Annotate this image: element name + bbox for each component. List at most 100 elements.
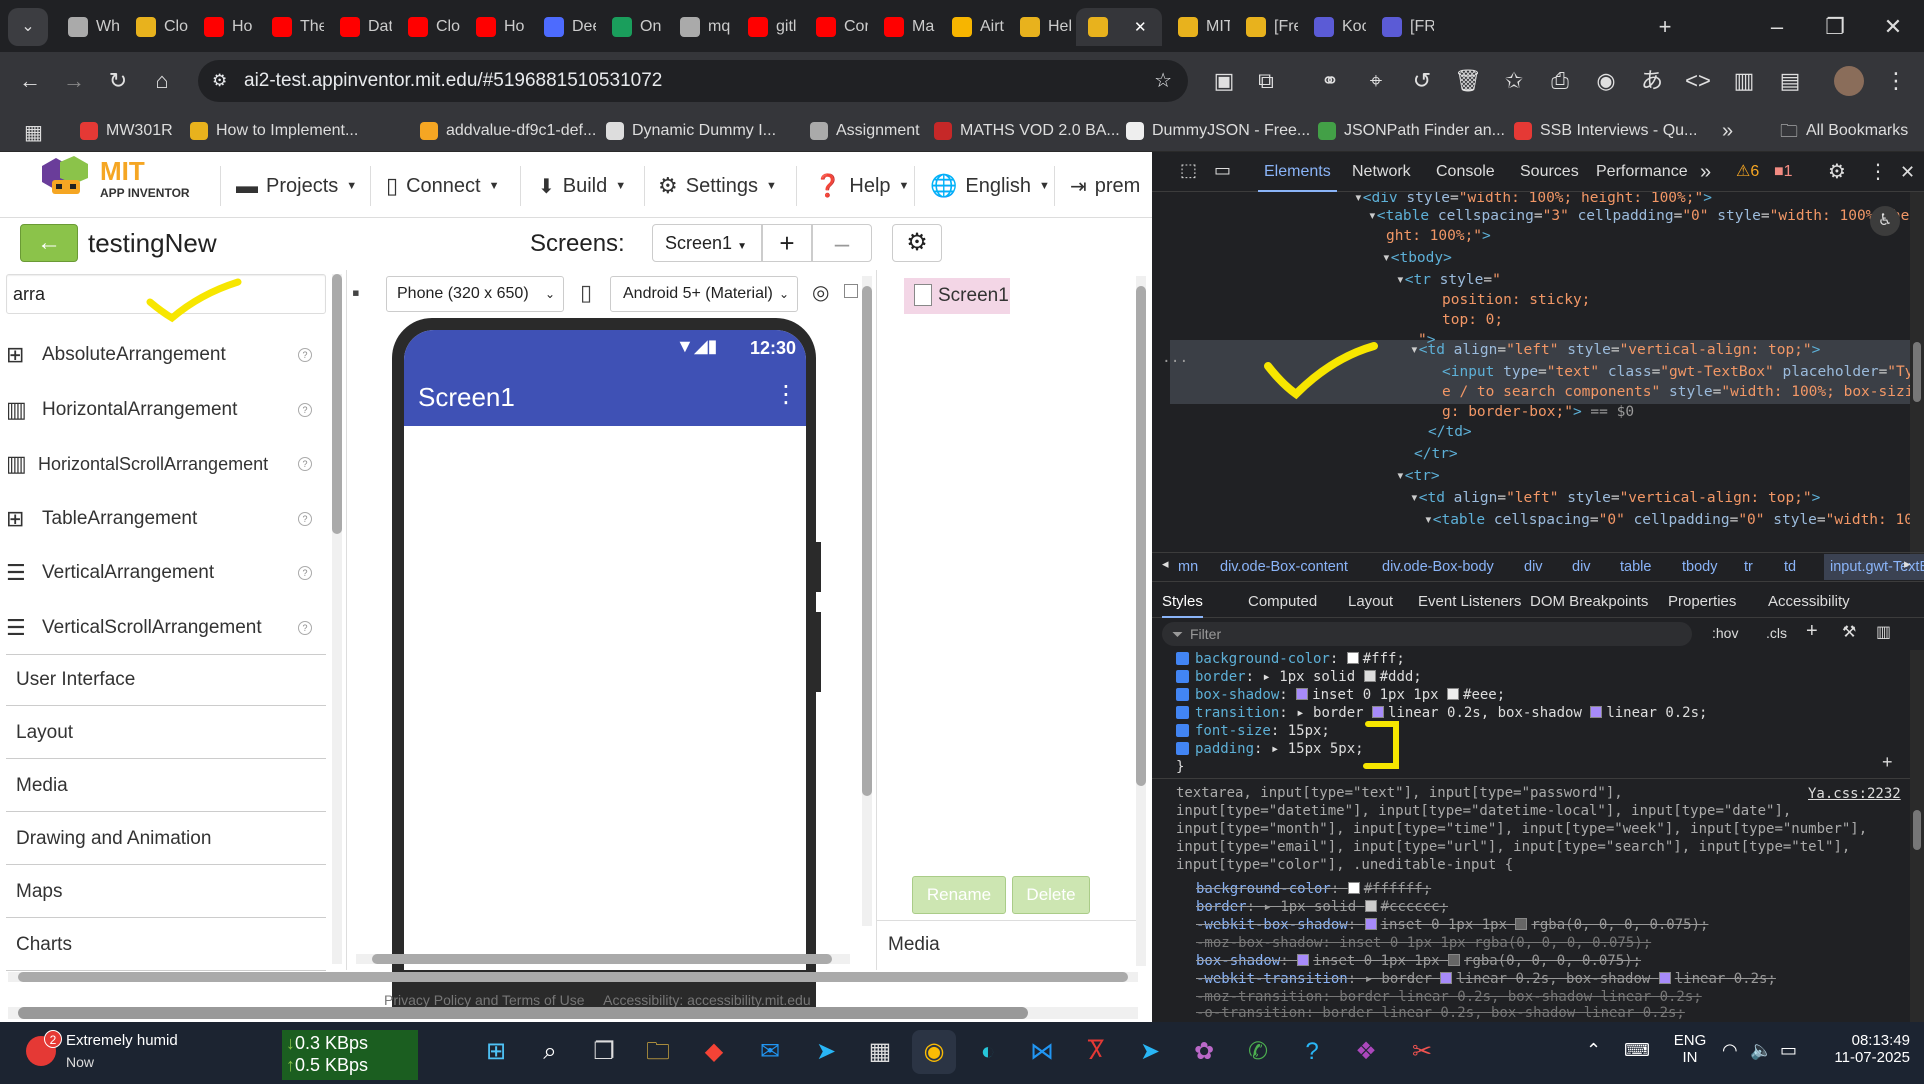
whatsapp-icon[interactable]: ✆ bbox=[1236, 1030, 1280, 1074]
palette-item[interactable]: ▥ HorizontalArrangement? bbox=[6, 383, 324, 437]
palette-category[interactable]: Drawing and Animation bbox=[6, 813, 326, 865]
cls-toggle[interactable]: .cls bbox=[1766, 625, 1787, 641]
breadcrumb-item[interactable]: mn bbox=[1178, 554, 1198, 580]
telegram-2-icon[interactable]: ➤ bbox=[1128, 1030, 1172, 1074]
palette-category[interactable]: Charts bbox=[6, 919, 326, 971]
palette-item[interactable]: ⊞ TableArrangement? bbox=[6, 492, 324, 546]
css-line-overridden[interactable]: -webkit-box-shadow: inset 0 1px 1px rgba… bbox=[1196, 916, 1708, 934]
back-icon[interactable]: ← bbox=[10, 52, 50, 110]
edge-icon[interactable]: ◐ bbox=[966, 1030, 1010, 1074]
breadcrumb-item[interactable]: div.ode-Box-content bbox=[1220, 554, 1348, 580]
palette-category[interactable]: Media bbox=[6, 760, 326, 812]
device-toolbar-icon[interactable]: ▭ bbox=[1214, 160, 1231, 181]
forward-icon[interactable]: → bbox=[54, 52, 94, 110]
mit-logo-icon[interactable] bbox=[38, 156, 94, 200]
volume-icon[interactable]: 🔈 bbox=[1750, 1040, 1772, 1061]
browser-tab[interactable]: The bbox=[260, 8, 324, 46]
browser-tab[interactable]: On bbox=[600, 8, 664, 46]
browser-tab[interactable]: Ho bbox=[192, 8, 256, 46]
theme-select[interactable]: Android 5+ (Material) ⌄ bbox=[610, 276, 798, 312]
screenshot-icon[interactable]: ◉ bbox=[1586, 52, 1626, 110]
browser-tab[interactable]: Wh bbox=[56, 8, 120, 46]
page-scrollbar-h[interactable] bbox=[8, 972, 1138, 982]
browser-tab[interactable]: Ma bbox=[872, 8, 936, 46]
devtools-tab[interactable]: Sources bbox=[1520, 152, 1579, 192]
error-count[interactable]: ■1 bbox=[1774, 152, 1793, 192]
code-icon[interactable]: <> bbox=[1678, 52, 1718, 110]
ext-a-icon[interactable]: ⚭ bbox=[1310, 52, 1350, 110]
tab-search-button[interactable]: ⌄ bbox=[8, 8, 48, 46]
devtools-settings-icon[interactable]: ⚙ bbox=[1828, 152, 1846, 192]
browser-tab[interactable]: Cor bbox=[804, 8, 868, 46]
acrobat-icon[interactable]: Ⴟ bbox=[1074, 1030, 1118, 1074]
sidebar-toggle-icon[interactable]: ▥ bbox=[1876, 622, 1891, 642]
css-line[interactable]: background-color: #fff; bbox=[1176, 650, 1405, 668]
print-icon[interactable]: ⎙ bbox=[1540, 52, 1580, 110]
browser-tab[interactable]: Koc bbox=[1302, 8, 1366, 46]
help-app-icon[interactable]: ? bbox=[1290, 1030, 1334, 1074]
app-purple-icon[interactable]: ❖ bbox=[1344, 1030, 1388, 1074]
windows-start-icon[interactable]: ⊞ bbox=[474, 1030, 518, 1074]
all-bookmarks[interactable]: 🗀 All Bookmarks bbox=[1780, 110, 1908, 152]
back-to-projects-button[interactable]: ← bbox=[20, 224, 78, 262]
breadcrumb-item[interactable]: div bbox=[1524, 554, 1543, 580]
menu-language[interactable]: 🌐 English ▼ bbox=[930, 166, 1050, 206]
accessibility-tree-icon[interactable]: ♿ bbox=[1870, 206, 1900, 236]
bookmark-item[interactable]: addvalue-df9c1-def... bbox=[420, 110, 596, 152]
menu-connect[interactable]: ▯ Connect ▼ bbox=[386, 166, 500, 206]
profile-avatar[interactable] bbox=[1834, 66, 1864, 96]
outlook-icon[interactable]: ✉ bbox=[748, 1030, 792, 1074]
delete-button[interactable]: Delete bbox=[1012, 876, 1090, 914]
dom-more-icon[interactable]: ··· bbox=[1162, 352, 1188, 373]
address-bar[interactable]: ⚙ ai2-test.appinventor.mit.edu/#51968815… bbox=[198, 60, 1188, 102]
browser-tab[interactable]: [FR bbox=[1370, 8, 1434, 46]
hidden-components-checkbox[interactable] bbox=[844, 284, 858, 298]
app-red-diamond-icon[interactable]: ◆ bbox=[692, 1030, 736, 1074]
minimize-button[interactable]: – bbox=[1752, 10, 1802, 44]
language-indicator[interactable]: ENG IN bbox=[1668, 1032, 1712, 1066]
breadcrumb-item[interactable]: table bbox=[1620, 554, 1651, 580]
maximize-button[interactable]: ❐ bbox=[1810, 10, 1860, 44]
taskbar-search-icon[interactable]: ⌕ bbox=[528, 1030, 572, 1074]
css-line[interactable]: border: ▸ 1px solid #ddd; bbox=[1176, 668, 1422, 686]
browser-tab[interactable]: gitl bbox=[736, 8, 800, 46]
css-line[interactable]: box-shadow: inset 0 1px 1px #eee; bbox=[1176, 686, 1505, 704]
styles-subtab[interactable]: Styles bbox=[1162, 586, 1203, 618]
close-window-button[interactable]: ✕ bbox=[1868, 10, 1918, 44]
dom-scrollbar[interactable] bbox=[1910, 192, 1924, 558]
clock[interactable]: 08:13:49 11-07-2025 bbox=[1814, 1032, 1910, 1066]
tray-overflow-icon[interactable]: ⌃ bbox=[1586, 1040, 1601, 1061]
delete-icon[interactable]: 🗑 bbox=[1448, 52, 1488, 110]
components-scrollbar[interactable] bbox=[1136, 276, 1146, 966]
styles-subtab[interactable]: Layout bbox=[1348, 586, 1393, 618]
add-screen-button[interactable]: + bbox=[762, 224, 812, 262]
styles-subtab[interactable]: Computed bbox=[1248, 586, 1317, 618]
browser-tab[interactable]: Airt bbox=[940, 8, 1004, 46]
bookmark-star-icon[interactable]: ☆ bbox=[1154, 60, 1172, 102]
devtools-menu-icon[interactable]: ⋮ bbox=[1868, 152, 1888, 192]
viewer-scrollbar-v[interactable] bbox=[862, 276, 872, 926]
dom-line-selected[interactable]: g: border-box;"> == $0 bbox=[1442, 402, 1634, 423]
footer-links[interactable]: Privacy Policy and Terms of Use Accessib… bbox=[384, 992, 811, 1008]
location-icon[interactable]: ⌖ bbox=[1356, 52, 1396, 110]
menu-projects[interactable]: ▬ Projects ▼ bbox=[236, 166, 357, 206]
browser-menu-icon[interactable]: ⋮ bbox=[1876, 52, 1916, 110]
vscode-icon[interactable]: ⋈ bbox=[1020, 1030, 1064, 1074]
css-line-overridden[interactable]: -o-transition: border linear 0.2s, box-s… bbox=[1196, 1004, 1685, 1022]
css-line-overridden[interactable]: -webkit-transition: ▸ border linear 0.2s… bbox=[1196, 970, 1776, 988]
browser-tab[interactable]: Clo bbox=[396, 8, 460, 46]
menu-help[interactable]: ❓ Help ▼ bbox=[814, 166, 909, 206]
help-icon[interactable]: ? bbox=[298, 620, 312, 635]
new-rule-icon[interactable]: + bbox=[1806, 620, 1818, 643]
palette-item[interactable]: ☰ VerticalScrollArrangement? bbox=[6, 601, 324, 655]
bookmark-item[interactable]: JSONPath Finder an... bbox=[1318, 110, 1505, 152]
component-tree-screen1[interactable]: Screen1 bbox=[904, 278, 1010, 314]
rule-source-link[interactable]: Ya.css:2232 bbox=[1808, 786, 1901, 802]
css-line[interactable]: font-size: 15px; bbox=[1176, 722, 1330, 740]
palette-item[interactable]: ☰ VerticalArrangement? bbox=[6, 546, 324, 600]
styles-scrollbar[interactable] bbox=[1910, 650, 1924, 1022]
breadcrumb-item[interactable]: div bbox=[1572, 554, 1591, 580]
palette-item[interactable]: ⊞ AbsoluteArrangement? bbox=[6, 328, 324, 382]
palette-category[interactable]: Maps bbox=[6, 866, 326, 918]
outer-scrollbar-h[interactable] bbox=[8, 1007, 1138, 1019]
